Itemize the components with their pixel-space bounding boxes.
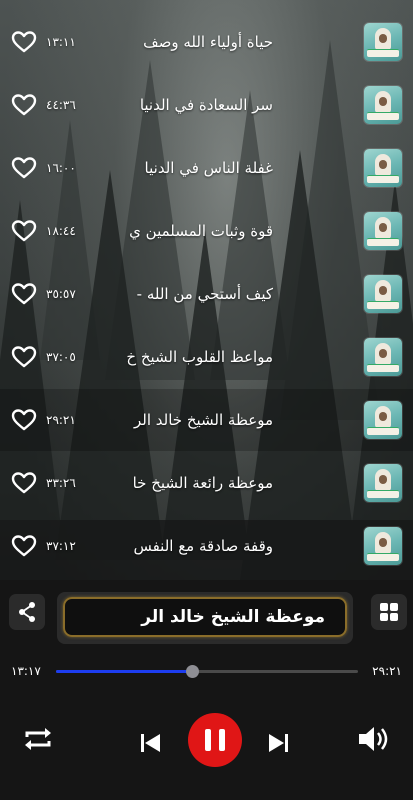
track-title: وقفة صادقة مع النفس bbox=[133, 537, 273, 555]
pause-button[interactable] bbox=[188, 713, 242, 767]
seek-bar[interactable] bbox=[56, 665, 358, 678]
track-thumbnail bbox=[364, 464, 402, 502]
pause-icon bbox=[205, 729, 211, 751]
track-title: موعظة رائعة الشيخ خا bbox=[132, 474, 273, 492]
track-title: موعظة الشيخ خالد الر bbox=[133, 411, 273, 429]
heart-outline-icon[interactable] bbox=[11, 219, 37, 243]
grid-icon bbox=[380, 603, 398, 621]
track-row[interactable]: ١٨:٤٤ قوة وثبات المسلمين ي bbox=[0, 200, 413, 262]
pause-icon-bar bbox=[219, 729, 225, 751]
elapsed-time: ١٣:١٧ bbox=[11, 664, 41, 678]
repeat-icon bbox=[25, 728, 51, 750]
total-time: ٢٩:٢١ bbox=[372, 664, 402, 678]
track-title: حياة أولياء الله وصف bbox=[143, 33, 273, 51]
grid-button[interactable] bbox=[371, 594, 407, 630]
previous-button[interactable] bbox=[137, 729, 165, 757]
track-duration: ٣٧:٠٥ bbox=[46, 350, 76, 364]
track-thumbnail bbox=[364, 149, 402, 187]
track-row[interactable]: ٢٩:٢١ موعظة الشيخ خالد الر bbox=[0, 389, 413, 451]
track-title: كيف أستحي من الله - bbox=[136, 285, 273, 303]
track-title: قوة وثبات المسلمين ي bbox=[129, 222, 273, 240]
heart-outline-icon[interactable] bbox=[11, 156, 37, 180]
now-playing-title: موعظة الشيخ خالد الر bbox=[141, 607, 325, 627]
track-thumbnail bbox=[364, 23, 402, 61]
track-row[interactable]: ٤٤:٣٦ سر السعادة في الدنيا bbox=[0, 74, 413, 136]
track-list: ١٣:١١ حياة أولياء الله وصف ٤٤:٣٦ سر السعادة… bbox=[0, 0, 413, 580]
track-duration: ٣٥:٥٧ bbox=[46, 287, 76, 301]
share-button[interactable] bbox=[9, 594, 45, 630]
volume-icon bbox=[359, 727, 388, 751]
track-title: مواعظ القلوب الشيخ خ bbox=[126, 348, 273, 366]
heart-outline-icon[interactable] bbox=[11, 345, 37, 369]
heart-outline-icon[interactable] bbox=[11, 471, 37, 495]
repeat-button[interactable] bbox=[21, 722, 55, 756]
track-row[interactable]: ٣٧:٠٥ مواعظ القلوب الشيخ خ bbox=[0, 326, 413, 388]
track-duration: ٣٣:٢٦ bbox=[46, 476, 76, 490]
track-row[interactable]: ١٦:٠٠ غفلة الناس في الدنيا bbox=[0, 137, 413, 199]
heart-outline-icon[interactable] bbox=[11, 30, 37, 54]
heart-outline-icon[interactable] bbox=[11, 408, 37, 432]
track-row[interactable]: ١٣:١١ حياة أولياء الله وصف bbox=[0, 11, 413, 73]
seek-progress bbox=[56, 670, 192, 673]
heart-outline-icon[interactable] bbox=[11, 534, 37, 558]
next-button[interactable] bbox=[264, 729, 292, 757]
track-title: غفلة الناس في الدنيا bbox=[144, 159, 273, 177]
heart-outline-icon[interactable] bbox=[11, 282, 37, 306]
track-row[interactable]: ٣٣:٢٦ موعظة رائعة الشيخ خا bbox=[0, 452, 413, 514]
volume-button[interactable] bbox=[356, 722, 392, 756]
track-title: سر السعادة في الدنيا bbox=[139, 96, 273, 114]
now-playing-pill[interactable]: موعظة الشيخ خالد الر bbox=[63, 597, 347, 637]
skip-previous-icon bbox=[141, 734, 160, 752]
track-thumbnail bbox=[364, 86, 402, 124]
track-duration: ١٦:٠٠ bbox=[46, 161, 76, 175]
track-row[interactable]: ٣٥:٥٧ كيف أستحي من الله - bbox=[0, 263, 413, 325]
player-bar: موعظة الشيخ خالد الر ١٣:١٧ ٢٩:٢١ bbox=[0, 580, 413, 800]
track-duration: ٢٩:٢١ bbox=[46, 413, 76, 427]
skip-next-icon bbox=[269, 734, 288, 752]
track-thumbnail bbox=[364, 275, 402, 313]
share-icon bbox=[19, 602, 35, 622]
track-thumbnail bbox=[364, 527, 402, 565]
track-thumbnail bbox=[364, 338, 402, 376]
heart-outline-icon[interactable] bbox=[11, 93, 37, 117]
track-duration: ١٨:٤٤ bbox=[46, 224, 76, 238]
now-playing-panel: موعظة الشيخ خالد الر bbox=[57, 592, 353, 644]
track-duration: ٤٤:٣٦ bbox=[46, 98, 76, 112]
track-thumbnail bbox=[364, 212, 402, 250]
seek-thumb[interactable] bbox=[185, 665, 199, 678]
track-row[interactable]: ٣٧:١٢ وقفة صادقة مع النفس bbox=[0, 515, 413, 577]
track-thumbnail bbox=[364, 401, 402, 439]
track-duration: ٣٧:١٢ bbox=[46, 539, 76, 553]
track-duration: ١٣:١١ bbox=[46, 35, 76, 49]
